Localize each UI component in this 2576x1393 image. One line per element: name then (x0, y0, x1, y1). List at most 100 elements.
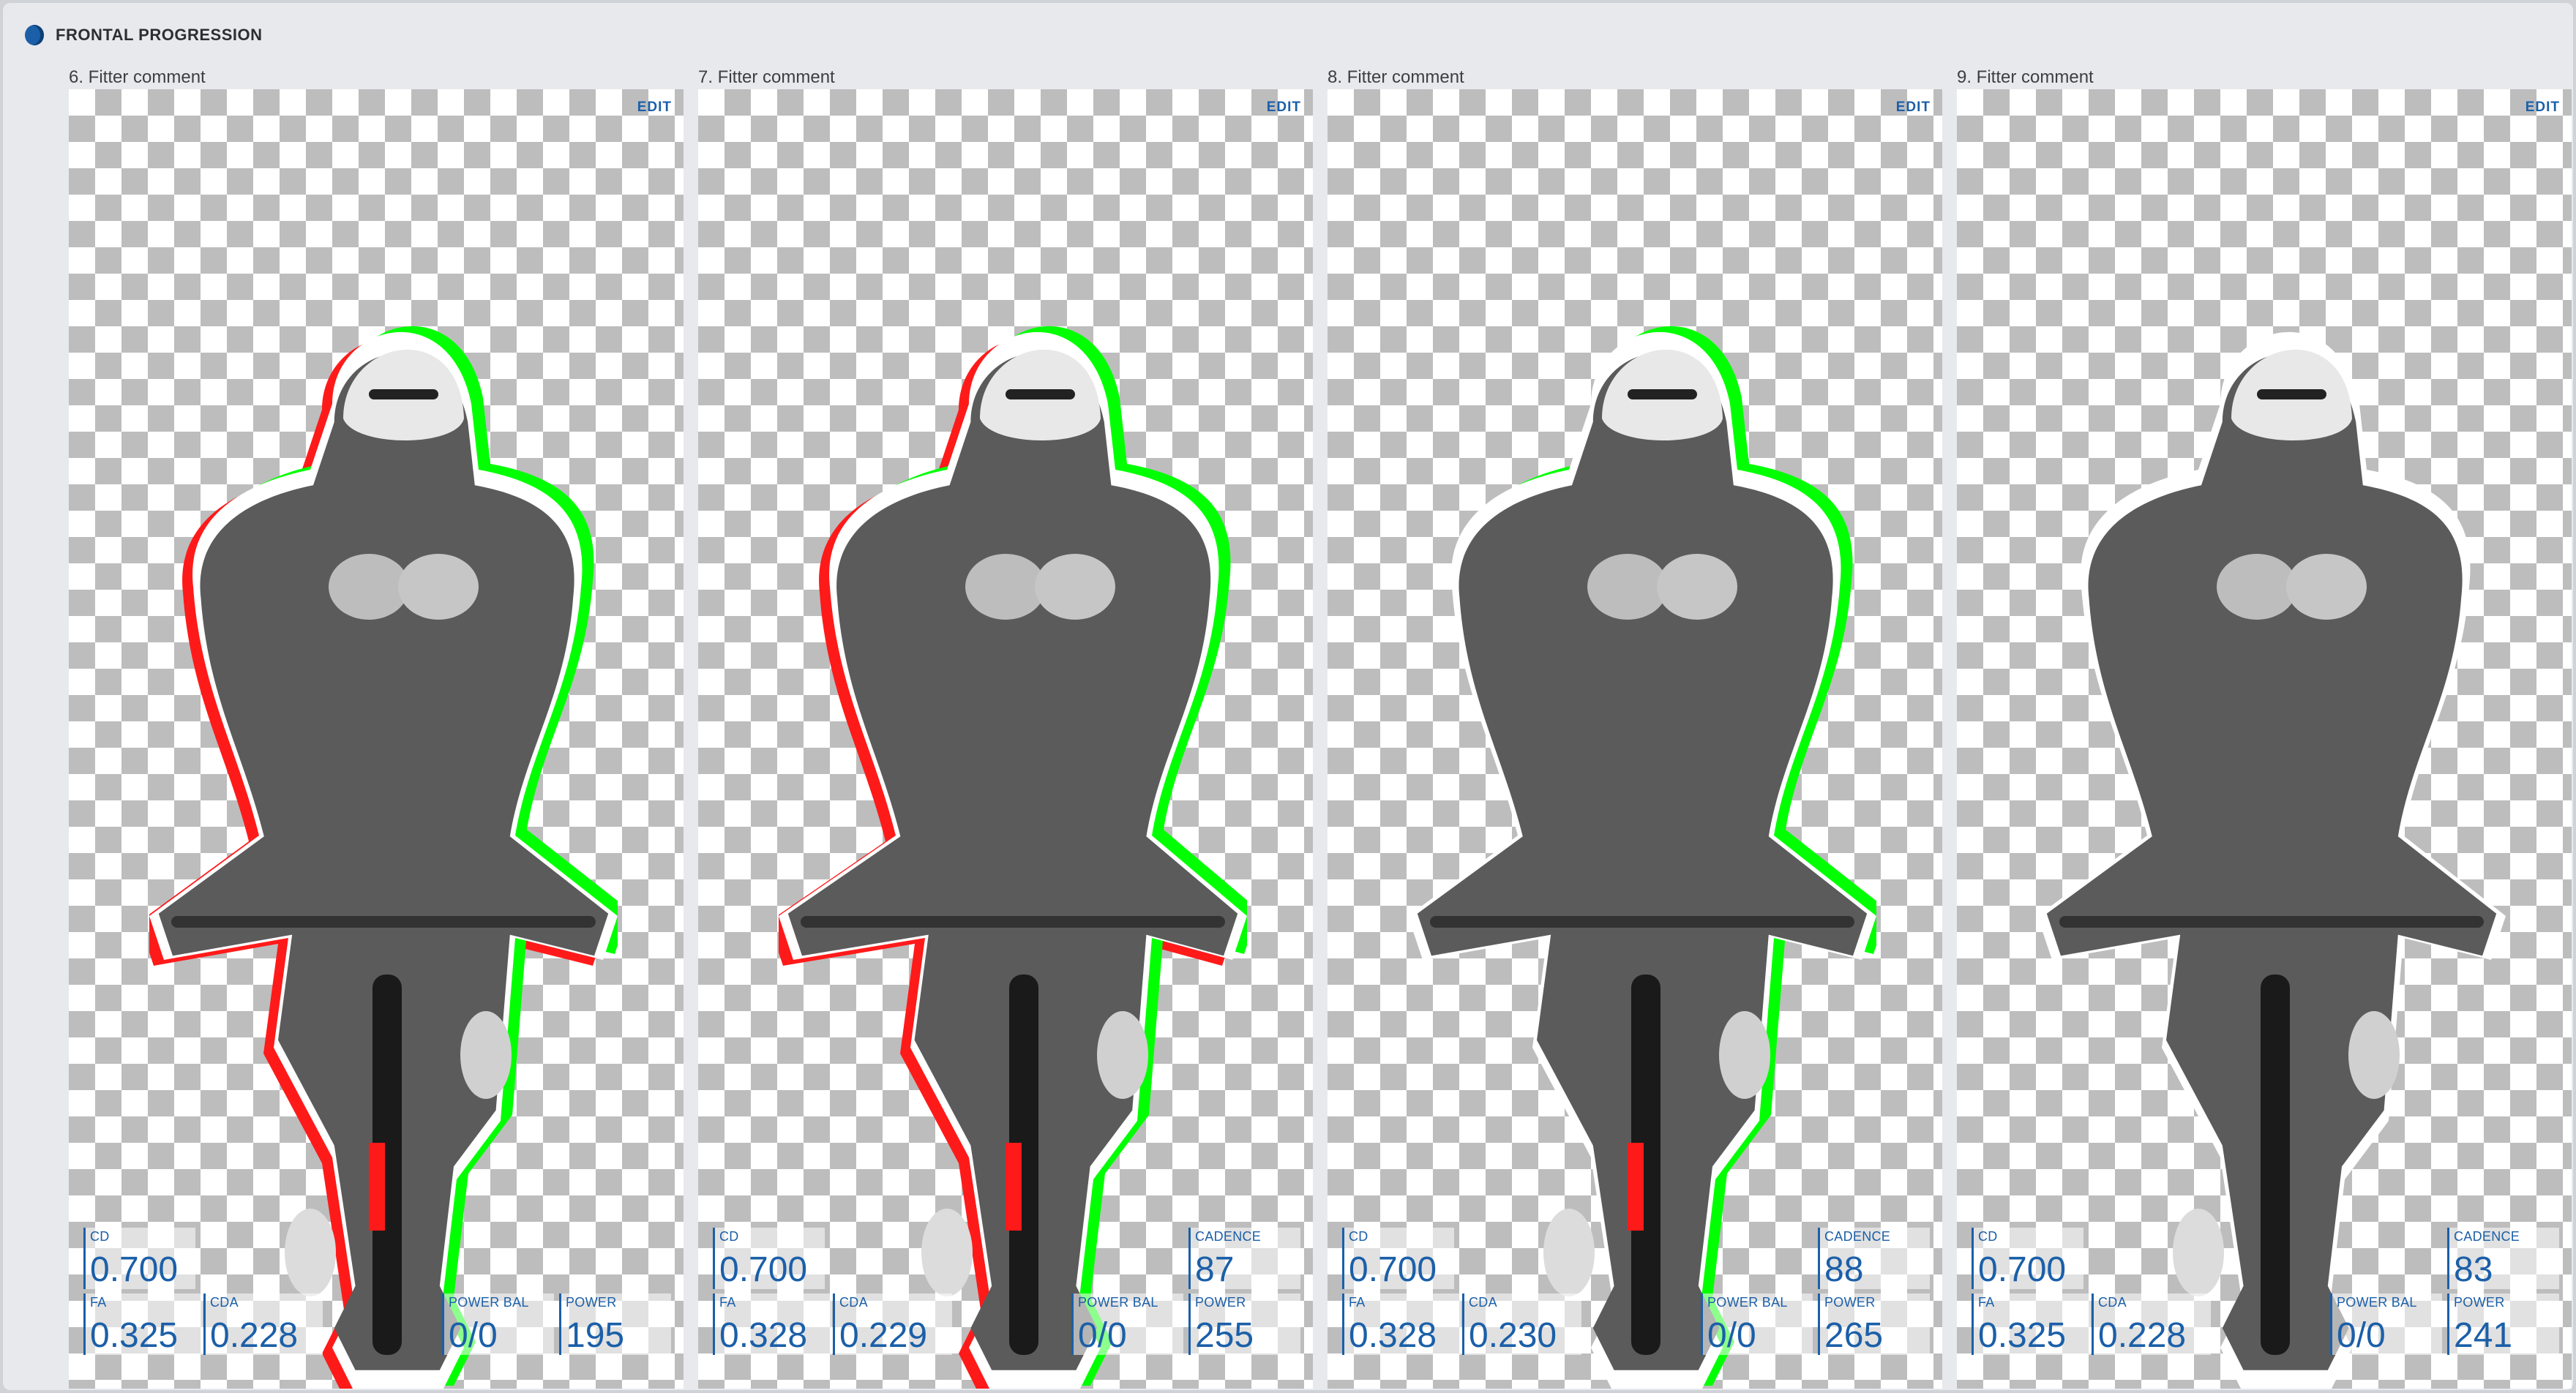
power-metric-label: POWER (2454, 1295, 2505, 1310)
cda-metric-value: 0.228 (2098, 1316, 2187, 1355)
panel-title: 8. Fitter comment (1328, 67, 1464, 87)
power-bal-metric-label: POWER BAL (1707, 1295, 1788, 1310)
rider-silhouette (779, 326, 1247, 1389)
section-header: FRONTAL PROGRESSION (25, 20, 262, 50)
fa-metric: FA 0.328 (1342, 1294, 1461, 1355)
fa-metric-label: FA (1349, 1295, 1366, 1310)
power-metric-label: POWER (566, 1295, 617, 1310)
handlebar (171, 916, 596, 928)
power-bal-metric-value: 0/0 (2337, 1316, 2386, 1355)
cd-metric-value: 0.700 (1978, 1250, 2067, 1289)
section-title: FRONTAL PROGRESSION (56, 26, 263, 44)
cd-metric: Cd 0.700 (83, 1228, 195, 1289)
power-bal-metric-value: 0/0 (449, 1316, 498, 1355)
power-bal-metric: POWER BAL 0/0 (1071, 1294, 1183, 1355)
cd-metric-value: 0.700 (719, 1250, 808, 1289)
frontal-image: EDIT Cd 0.700 CADENCE 87 FA 0.328 CdA 0.229 POWER… (698, 89, 1313, 1389)
left-hand (965, 554, 1046, 620)
cda-metric: CdA 0.230 (1462, 1294, 1581, 1355)
cda-metric-label: CdA (839, 1295, 868, 1310)
fa-metric: FA 0.325 (83, 1294, 203, 1355)
left-shoe (285, 1209, 336, 1296)
cd-metric-label: Cd (719, 1229, 739, 1244)
helmet-vent (1006, 389, 1075, 399)
fa-metric-value: 0.328 (719, 1316, 808, 1355)
power-metric: POWER 195 (559, 1294, 671, 1355)
cadence-metric-value: 88 (1824, 1250, 1864, 1289)
power-bal-metric-label: POWER BAL (2337, 1295, 2417, 1310)
cd-metric-label: Cd (90, 1229, 110, 1244)
frontal-progression-section: FRONTAL PROGRESSION 6. Fitter comment EDI… (3, 3, 2573, 1390)
right-hand (398, 554, 479, 620)
left-hand (1587, 554, 1668, 620)
overlay-behind-wheel (1628, 1143, 1644, 1231)
right-shoe (1097, 1011, 1148, 1099)
cda-metric-value: 0.229 (839, 1316, 928, 1355)
cda-metric-label: CdA (210, 1295, 239, 1310)
panel-7: 7. Fitter comment EDIT Cd 0.700 CADENCE 87 FA 0… (698, 64, 1313, 1389)
panel-title: 9. Fitter comment (1957, 67, 2094, 87)
power-bal-metric-value: 0/0 (1078, 1316, 1127, 1355)
cadence-metric-label: CADENCE (1195, 1229, 1262, 1244)
rider-silhouette (2037, 332, 2506, 1389)
handlebar (801, 916, 1225, 928)
edit-button[interactable]: EDIT (1896, 100, 1931, 116)
power-bal-metric: POWER BAL 0/0 (442, 1294, 554, 1355)
fa-metric-value: 0.328 (1349, 1316, 1437, 1355)
frontal-image: EDIT Cd 0.700 FA 0.325 CdA 0.228 POWER BAL 0/0 PO… (69, 89, 684, 1389)
power-metric-value: 255 (1195, 1316, 1254, 1355)
right-shoe (2348, 1011, 2400, 1099)
cadence-metric: CADENCE 83 (2447, 1228, 2559, 1289)
power-metric: POWER 265 (1818, 1294, 1930, 1355)
cadence-metric-label: CADENCE (2454, 1229, 2520, 1244)
left-hand (2217, 554, 2297, 620)
cadence-metric: CADENCE 87 (1188, 1228, 1300, 1289)
cda-metric: CdA 0.229 (833, 1294, 952, 1355)
overlay-behind-wheel (369, 1143, 385, 1231)
cda-metric-value: 0.230 (1469, 1316, 1557, 1355)
power-bal-metric-value: 0/0 (1707, 1316, 1756, 1355)
power-metric-value: 241 (2454, 1316, 2513, 1355)
right-shoe (1719, 1011, 1770, 1099)
power-metric: POWER 255 (1188, 1294, 1300, 1355)
right-hand (1035, 554, 1115, 620)
fa-metric-value: 0.325 (1978, 1316, 2067, 1355)
rider-silhouette (1408, 326, 1876, 1389)
right-hand (1657, 554, 1737, 620)
front-wheel (2261, 975, 2290, 1355)
cadence-metric-value: 87 (1195, 1250, 1235, 1289)
left-shoe (1543, 1209, 1595, 1296)
power-bal-metric-label: POWER BAL (1078, 1295, 1158, 1310)
power-bal-metric-label: POWER BAL (449, 1295, 529, 1310)
left-hand (329, 554, 409, 620)
cd-metric-value: 0.700 (1349, 1250, 1437, 1289)
fa-metric-value: 0.325 (90, 1316, 179, 1355)
shield-icon (25, 25, 44, 45)
right-hand (2286, 554, 2367, 620)
app-window: FRONTAL PROGRESSION 6. Fitter comment EDI… (0, 0, 2576, 1393)
cd-metric-value: 0.700 (90, 1250, 179, 1289)
edit-button[interactable]: EDIT (1267, 100, 1301, 116)
handlebar (2059, 916, 2484, 928)
fa-metric-label: FA (1978, 1295, 1995, 1310)
cadence-metric-label: CADENCE (1824, 1229, 1891, 1244)
frontal-image: EDIT Cd 0.700 CADENCE 88 FA 0.328 CdA 0.230 POWER… (1328, 89, 1942, 1389)
power-bal-metric: POWER BAL 0/0 (1701, 1294, 1813, 1355)
edit-button[interactable]: EDIT (2526, 100, 2560, 116)
panel-8: 8. Fitter comment EDIT Cd 0.700 CADENCE 88 FA 0… (1328, 64, 1942, 1389)
cda-metric: CdA 0.228 (203, 1294, 323, 1355)
power-metric-value: 195 (566, 1316, 625, 1355)
panel-9: 9. Fitter comment EDIT Cd 0.700 CADENCE 83 FA 0… (1957, 64, 2572, 1389)
rider-silhouette (149, 326, 618, 1389)
frontal-image: EDIT Cd 0.700 CADENCE 83 FA 0.325 CdA 0.228 POWER… (1957, 89, 2572, 1389)
helmet-vent (1628, 389, 1697, 399)
fa-metric: FA 0.325 (1972, 1294, 2091, 1355)
cd-metric: Cd 0.700 (713, 1228, 825, 1289)
panel-6: 6. Fitter comment EDIT Cd 0.700 FA 0.325 CdA 0.… (69, 64, 684, 1389)
edit-button[interactable]: EDIT (637, 100, 672, 116)
cd-metric: Cd 0.700 (1972, 1228, 2083, 1289)
cadence-metric: CADENCE 88 (1818, 1228, 1930, 1289)
power-metric-label: POWER (1195, 1295, 1246, 1310)
power-metric: POWER 241 (2447, 1294, 2559, 1355)
power-metric-value: 265 (1824, 1316, 1884, 1355)
